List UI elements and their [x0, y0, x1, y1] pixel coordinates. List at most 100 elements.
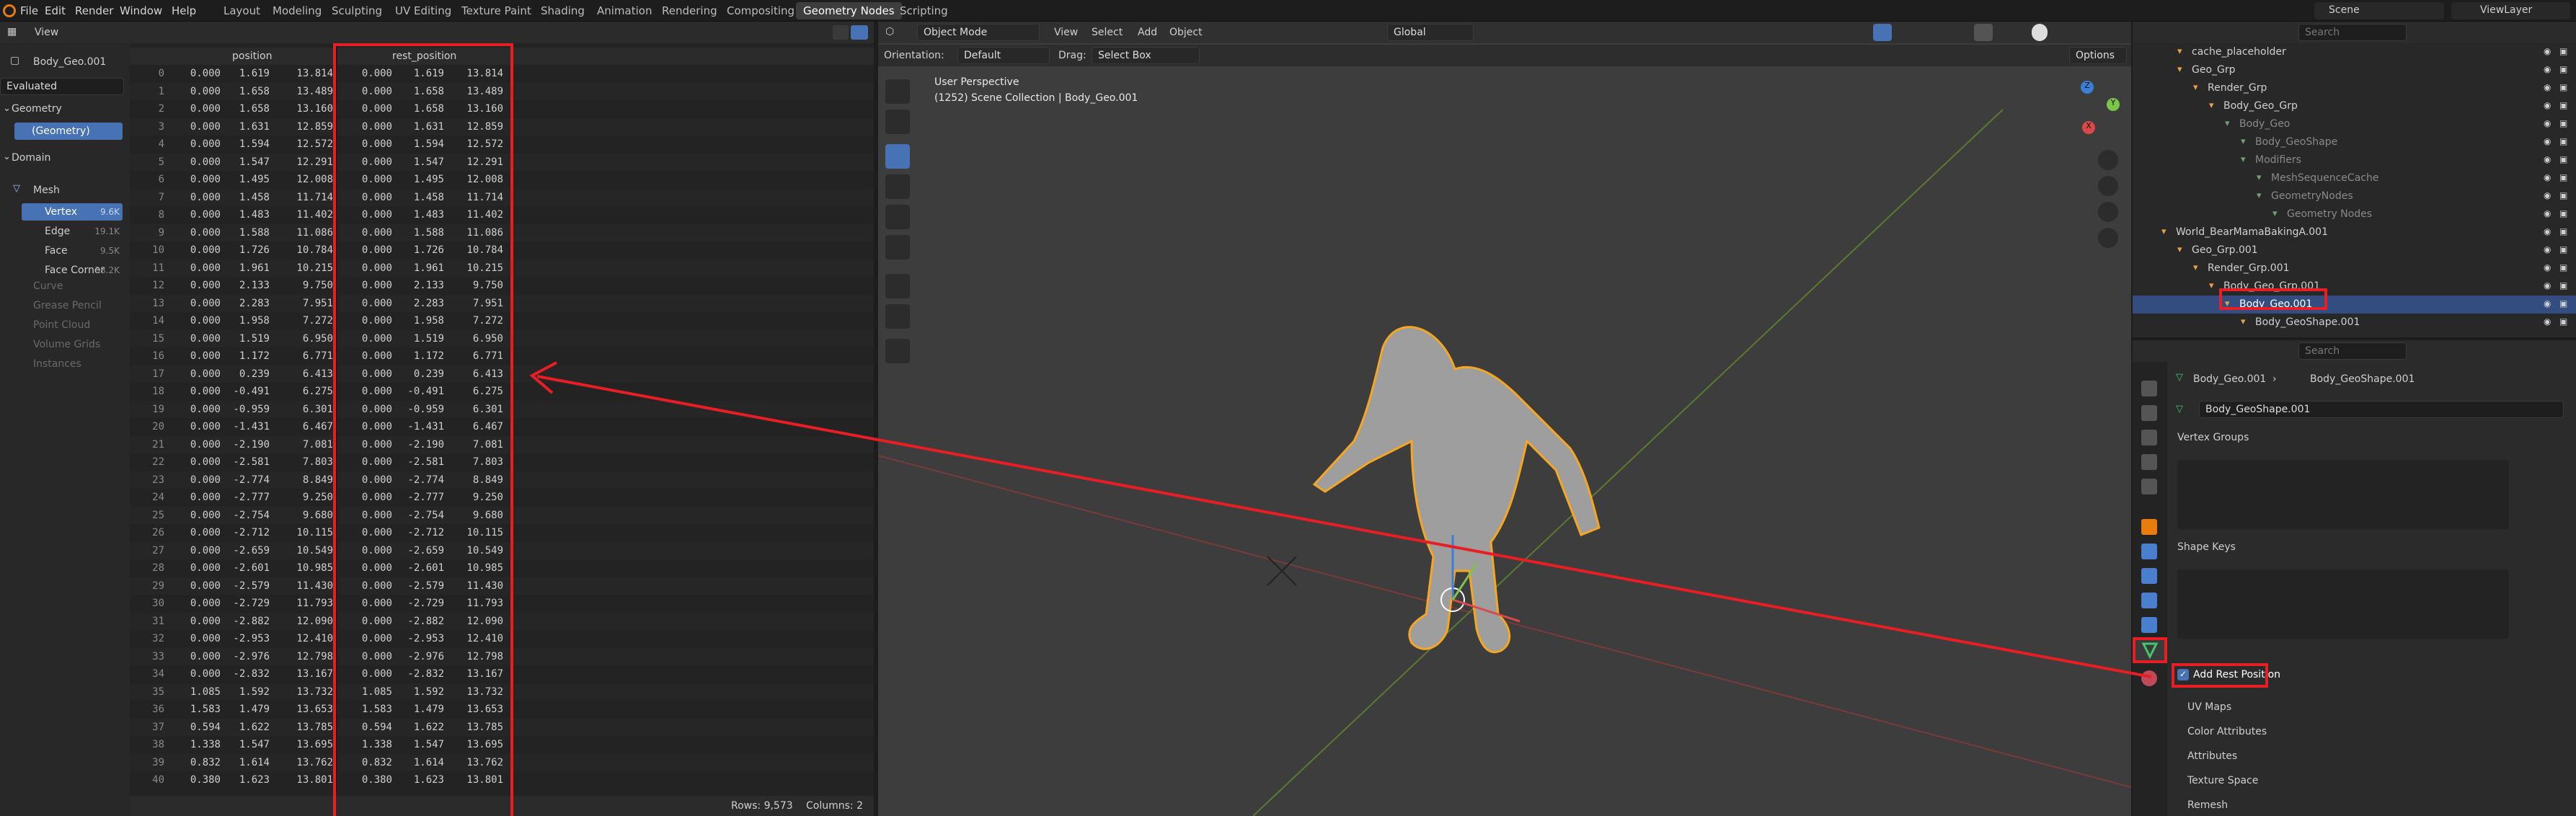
panel-shape-keys[interactable]: Shape Keys	[2173, 536, 2573, 558]
visibility-eye-icon[interactable]: ◉	[2544, 298, 2551, 309]
render-camera-icon[interactable]: ▣	[2559, 82, 2567, 92]
expand-chevron-icon[interactable]: ▾	[2177, 46, 2182, 57]
menu-edit[interactable]: Edit	[45, 4, 66, 17]
editor-type-icon[interactable]: ▦	[7, 26, 17, 37]
pan-hand-icon[interactable]	[2098, 176, 2118, 196]
render-camera-icon[interactable]: ▣	[2559, 298, 2567, 309]
outliner-item[interactable]: ▾ Geo_Grp.001 ◉ ▣	[2133, 241, 2576, 260]
zoom-icon[interactable]	[2098, 150, 2118, 170]
outliner-item[interactable]: ▾ Body_GeoShape.001 ◉ ▣	[2133, 314, 2576, 332]
world-tab-icon[interactable]	[2141, 479, 2157, 495]
tab-sculpting[interactable]: Sculpting	[324, 2, 389, 19]
orientation-dropdown[interactable]: Default	[957, 47, 1050, 64]
shape-keys-list[interactable]	[2177, 569, 2509, 639]
vertex-groups-list[interactable]	[2177, 460, 2509, 529]
expand-chevron-icon[interactable]: ▾	[2241, 154, 2246, 165]
tool-tab-icon[interactable]	[2141, 381, 2157, 396]
modifier-tab-icon[interactable]	[2141, 544, 2157, 559]
outliner-item[interactable]: ▾ Body_Geo.001 ◉ ▣	[2133, 296, 2576, 314]
material-tab-icon[interactable]	[2141, 670, 2157, 686]
outliner-item[interactable]: ▾ Render_Grp.001 ◉ ▣	[2133, 260, 2576, 278]
mesh-data-select-icon[interactable]: ▽	[2176, 404, 2183, 414]
filter-toggle-icon[interactable]	[851, 25, 868, 40]
chevron-down-icon[interactable]: ⌄	[3, 151, 11, 162]
outliner-item[interactable]: ▾ Body_Geo ◉ ▣	[2133, 115, 2576, 133]
visibility-eye-icon[interactable]: ◉	[2544, 118, 2551, 128]
domain-edge[interactable]: Edge 19.1K	[22, 223, 123, 240]
spreadsheet-object-name[interactable]: Body_Geo.001	[33, 56, 106, 68]
visibility-eye-icon[interactable]: ◉	[2544, 316, 2551, 327]
options-dropdown[interactable]: Options	[2069, 47, 2127, 64]
render-camera-icon[interactable]: ▣	[2559, 208, 2567, 218]
component-curve[interactable]: Curve	[33, 280, 63, 292]
view-layer-selector[interactable]: ViewLayer	[2451, 2, 2570, 19]
domain-vertex[interactable]: Vertex 9.6K	[22, 203, 123, 221]
outliner-item[interactable]: ▾ cache_placeholder ◉ ▣	[2133, 43, 2576, 61]
menu-render[interactable]: Render	[75, 4, 113, 17]
outliner-item[interactable]: ▾ Render_Grp ◉ ▣	[2133, 79, 2576, 97]
component-point-cloud[interactable]: Point Cloud	[33, 319, 90, 331]
outliner-item[interactable]: ▾ Geo_Grp ◉ ▣	[2133, 61, 2576, 79]
visibility-eye-icon[interactable]: ◉	[2544, 190, 2551, 200]
menu-window[interactable]: Window	[120, 4, 162, 17]
tab-compositing[interactable]: Compositing	[720, 2, 802, 19]
outliner-item[interactable]: ▾ World_BearMamaBakingA.001 ◉ ▣	[2133, 223, 2576, 241]
chevron-down-icon[interactable]: ⌄	[3, 103, 11, 114]
constraints-tab-icon[interactable]	[2141, 617, 2157, 633]
outliner-item[interactable]: ▾ Body_Geo_Grp ◉ ▣	[2133, 97, 2576, 115]
drag-dropdown[interactable]: Select Box	[1092, 47, 1200, 64]
transform-orientation-dropdown[interactable]: Global	[1387, 24, 1474, 41]
tab-geometry-nodes[interactable]: Geometry Nodes	[796, 2, 902, 19]
geometry-item[interactable]: (Geometry)	[14, 123, 123, 140]
visibility-eye-icon[interactable]: ◉	[2544, 154, 2551, 164]
expand-chevron-icon[interactable]: ▾	[2272, 208, 2278, 219]
visibility-eye-icon[interactable]: ◉	[2544, 46, 2551, 56]
scene-tab-icon[interactable]	[2141, 454, 2157, 470]
render-camera-icon[interactable]: ▣	[2559, 226, 2567, 236]
outliner-item[interactable]: ▾ Geometry Nodes ◉ ▣	[2133, 205, 2576, 223]
view-menu[interactable]: View	[35, 27, 58, 38]
render-camera-icon[interactable]: ▣	[2559, 316, 2567, 327]
expand-chevron-icon[interactable]: ▾	[2241, 136, 2246, 147]
render-camera-icon[interactable]: ▣	[2559, 154, 2567, 164]
grid-view-icon[interactable]	[2098, 228, 2118, 248]
visibility-eye-icon[interactable]: ◉	[2544, 244, 2551, 254]
visibility-eye-icon[interactable]: ◉	[2544, 208, 2551, 218]
navigation-gizmo[interactable]: Z Y X	[2053, 79, 2125, 151]
expand-chevron-icon[interactable]: ▾	[2177, 244, 2182, 255]
panel-texture-space[interactable]: Texture Space	[2173, 770, 2573, 791]
tab-modeling[interactable]: Modeling	[265, 2, 329, 19]
render-camera-icon[interactable]: ▣	[2559, 262, 2567, 272]
render-camera-icon[interactable]: ▣	[2559, 136, 2567, 146]
render-camera-icon[interactable]: ▣	[2559, 190, 2567, 200]
panel-color-attributes[interactable]: Color Attributes	[2173, 721, 2573, 742]
expand-chevron-icon[interactable]: ▾	[2177, 64, 2182, 75]
editor-type-3d-icon[interactable]: ⬡	[885, 26, 894, 37]
visibility-eye-icon[interactable]: ◉	[2544, 82, 2551, 92]
component-instances[interactable]: Instances	[33, 358, 81, 370]
component-grease-pencil[interactable]: Grease Pencil	[33, 300, 102, 311]
expand-chevron-icon[interactable]: ▾	[2241, 316, 2246, 327]
camera-view-icon[interactable]	[2098, 202, 2118, 222]
viewport-menu-object[interactable]: Object	[1169, 27, 1203, 38]
outliner-item[interactable]: ▾ GeometryNodes ◉ ▣	[2133, 187, 2576, 205]
visibility-eye-icon[interactable]: ◉	[2544, 262, 2551, 272]
tab-uv-editing[interactable]: UV Editing	[388, 2, 459, 19]
output-tab-icon[interactable]	[2141, 430, 2157, 445]
domain-face[interactable]: Face 9.5K	[22, 242, 123, 260]
render-camera-icon[interactable]: ▣	[2559, 172, 2567, 182]
panel-remesh[interactable]: Remesh	[2173, 794, 2573, 816]
outliner-item[interactable]: ▾ Body_GeoShape ◉ ▣	[2133, 133, 2576, 151]
visibility-eye-icon[interactable]: ◉	[2544, 280, 2551, 291]
xray-icon[interactable]	[1974, 24, 1993, 41]
menu-help[interactable]: Help	[172, 4, 196, 17]
render-camera-icon[interactable]: ▣	[2559, 280, 2567, 291]
visibility-eye-icon[interactable]: ◉	[2544, 100, 2551, 110]
component-volume-grids[interactable]: Volume Grids	[33, 339, 100, 350]
axis-x-ball[interactable]: X	[2082, 121, 2095, 134]
panel-attributes[interactable]: Attributes	[2173, 745, 2573, 767]
filter-icon[interactable]	[833, 25, 849, 40]
menu-file[interactable]: File	[20, 4, 38, 17]
physics-tab-icon[interactable]	[2141, 593, 2157, 608]
viewport-menu-add[interactable]: Add	[1138, 27, 1157, 38]
